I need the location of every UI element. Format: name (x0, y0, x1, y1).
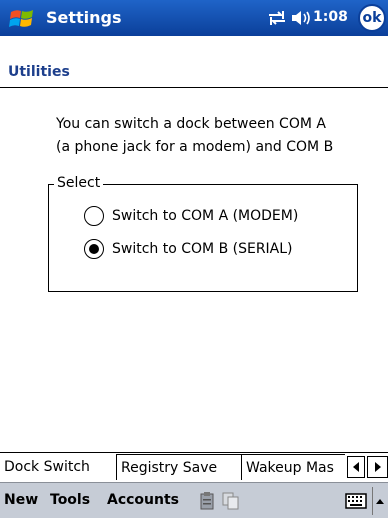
tab-scroll-left-button[interactable] (347, 456, 365, 478)
volume-icon[interactable] (290, 8, 312, 28)
tab-wakeup-label: Wakeup Mas (246, 459, 334, 476)
radio-com-a-label: Switch to COM A (MODEM) (112, 208, 299, 224)
tab-bar: Dock Switch Registry Save Wakeup Mas (0, 452, 388, 480)
menu-bar: New Tools Accounts (0, 482, 388, 518)
radio-com-a[interactable]: Switch to COM A (MODEM) (84, 204, 298, 228)
tab-registry-save[interactable]: Registry Save (117, 454, 242, 480)
tab-wakeup[interactable]: Wakeup Mas (242, 454, 345, 480)
select-group-legend: Select (54, 175, 104, 191)
windows-flag-icon[interactable] (8, 4, 36, 32)
radio-button-unchecked-icon[interactable] (84, 206, 104, 226)
input-panel-toggle-button[interactable] (372, 487, 386, 515)
copy-icon[interactable] (221, 491, 241, 511)
description-line-1: You can switch a dock between COM A (56, 116, 326, 132)
tab-dock-switch-label: Dock Switch (4, 459, 90, 475)
tab-scroll-right-button[interactable] (367, 456, 388, 478)
title-bar: Settings 1:08 ok (0, 0, 388, 36)
description: You can switch a dock between COM A (a p… (56, 113, 376, 159)
arrow-right-icon (374, 462, 381, 472)
radio-com-b-label: Switch to COM B (SERIAL) (112, 241, 293, 257)
keyboard-icon[interactable] (345, 493, 367, 509)
radio-button-checked-icon[interactable] (84, 239, 104, 259)
menu-tools[interactable]: Tools (50, 492, 90, 508)
ok-button[interactable]: ok (358, 4, 386, 32)
radio-com-b[interactable]: Switch to COM B (SERIAL) (84, 237, 293, 261)
page-title: Utilities (8, 64, 70, 80)
chevron-up-icon (375, 499, 384, 504)
page-header: Utilities (0, 36, 388, 88)
description-line-2: (a phone jack for a modem) and COM B (56, 139, 334, 155)
connectivity-icon[interactable] (266, 8, 288, 28)
arrow-left-icon (353, 462, 359, 472)
clock[interactable]: 1:08 (313, 9, 348, 25)
tab-registry-save-label: Registry Save (121, 459, 218, 476)
tab-dock-switch[interactable]: Dock Switch (0, 454, 117, 480)
app-title: Settings (46, 8, 122, 27)
menu-accounts[interactable]: Accounts (107, 492, 179, 508)
pocket-pc-screen: Settings 1:08 ok Utilities You can switc… (0, 0, 388, 518)
clipboard-icon[interactable] (198, 491, 218, 511)
menu-new[interactable]: New (4, 492, 38, 508)
